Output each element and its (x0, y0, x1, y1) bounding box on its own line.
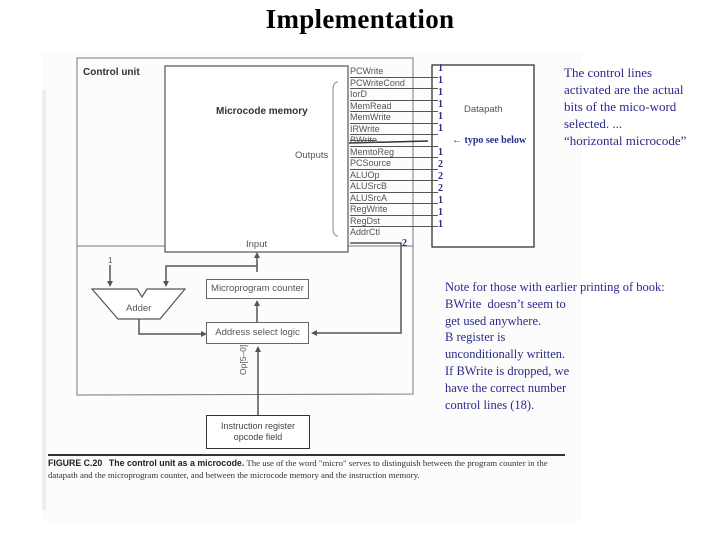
outputs-label: Outputs (295, 150, 329, 161)
bits-memread: 1 (438, 99, 443, 110)
datapath-box (431, 64, 535, 248)
signal-aluop: ALUOp (350, 170, 438, 181)
signal-memread: MemRead (350, 101, 438, 112)
microprogram-counter-label: Microprogram counter (211, 283, 304, 294)
signal-memtoreg: MemtoReg (350, 147, 438, 158)
bits-alusrcb: 2 (438, 183, 443, 194)
signal-irwrite: IRWrite (350, 124, 438, 135)
address-select-logic-box: Address select logic (206, 322, 309, 344)
signal-pcwrite: PCWrite (350, 66, 438, 78)
bits-iord: 1 (438, 87, 443, 98)
bits-aluop: 2 (438, 171, 443, 182)
microprogram-counter-box: Microprogram counter (206, 279, 309, 299)
figure-caption: FIGURE C.20 The control unit as a microc… (48, 458, 568, 481)
signal-regdst: RegDst (350, 216, 438, 227)
signal-regwrite: RegWrite (350, 204, 438, 216)
signal-alusrca: ALUSrcA (350, 193, 438, 204)
horizontal-microcode-note: The control lines activated are the actu… (564, 65, 687, 148)
bits-memwrite: 1 (438, 111, 443, 122)
instruction-register-label: Instruction register (220, 421, 296, 431)
signal-alusrcb: ALUSrcB (350, 181, 438, 193)
figure-number: FIGURE C.20 (48, 458, 103, 468)
signal-pcsource: PCSource (350, 158, 438, 170)
signal-bwrite: BWrite (350, 135, 438, 147)
address-select-logic-label: Address select logic (215, 327, 300, 338)
signal-iord: IorD (350, 89, 438, 101)
bits-memtoreg: 1 (438, 147, 443, 158)
adder-to-select-line (138, 319, 204, 335)
bits-regdst: 1 (438, 219, 443, 230)
instruction-register-box: Instruction register opcode field (206, 415, 310, 449)
bits-alusrca: 1 (438, 195, 443, 206)
typo-annotation: ← typo see below (452, 135, 527, 146)
opcode-bus-label: Op[5–0] (238, 344, 248, 375)
bits-regwrite: 1 (438, 207, 443, 218)
figure-title: The control unit as a microcode. (108, 458, 245, 468)
adder-constant-label: 1 (108, 256, 113, 265)
bits-addrctl: 2 (402, 238, 407, 249)
bwrite-typo-note: Note for those with earlier printing of … (445, 280, 665, 412)
signal-memwrite: MemWrite (350, 112, 438, 124)
signal-pcwritecond: PCWriteCond (350, 78, 438, 89)
datapath-label: Datapath (464, 104, 503, 115)
adder-label: Adder (126, 303, 152, 314)
signal-addrctl: AddrCtl (350, 227, 381, 237)
control-unit-label: Control unit (83, 67, 140, 78)
addrctl-feedback-line (313, 242, 402, 334)
input-label: Input (246, 239, 268, 250)
microcode-memory-label: Microcode memory (216, 106, 308, 117)
left-arrow-icon: ← (452, 135, 462, 146)
bits-irwrite: 1 (438, 123, 443, 134)
bits-pcwrite: 1 (438, 63, 443, 74)
bits-pcsource: 2 (438, 159, 443, 170)
bits-pcwritecond: 1 (438, 75, 443, 86)
opcode-field-label: opcode field (233, 432, 283, 442)
